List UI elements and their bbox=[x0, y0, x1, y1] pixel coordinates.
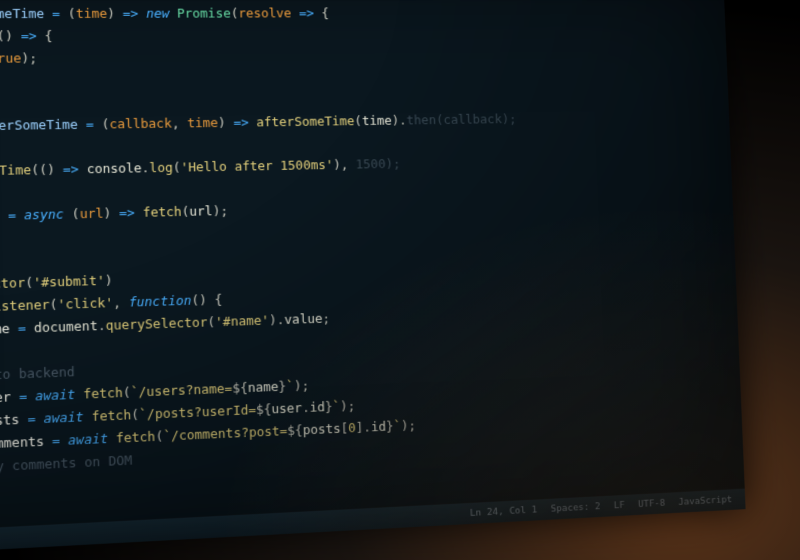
code-line[interactable]: const afterSomeTime = (time) => new Prom… bbox=[0, 2, 725, 25]
status-spaces: Spaces: 2 bbox=[551, 501, 601, 515]
code-area[interactable]: // Promise from setTimeoutconst afterSom… bbox=[0, 0, 745, 531]
status-cursor: Ln 24, Col 1 bbox=[470, 504, 538, 519]
status-encoding: UTF-8 bbox=[638, 498, 666, 510]
code-editor[interactable]: 12345678910111213141516171819202122 // P… bbox=[0, 0, 745, 534]
status-language: JavaScript bbox=[678, 494, 732, 508]
status-lineend: LF bbox=[614, 500, 625, 511]
editor-screen: 12345678910111213141516171819202122 // P… bbox=[0, 0, 746, 557]
